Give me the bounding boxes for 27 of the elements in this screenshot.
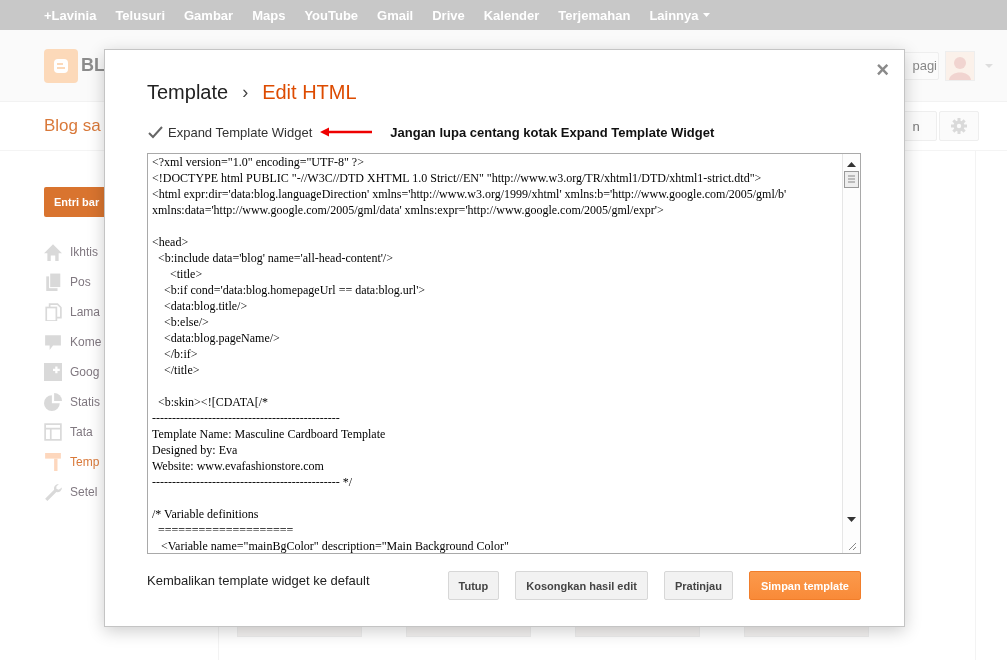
annotation-text: Jangan lupa centang kotak Expand Template Widget xyxy=(390,124,715,140)
code-line: <b:include data='blog' name='all-head-content'/> xyxy=(157,250,394,266)
code-line: Website: www.evafashionstore.com xyxy=(152,458,325,474)
code-line: ==================== xyxy=(157,522,295,538)
breadcrumb-separator: › xyxy=(242,81,249,103)
code-line: <html expr:dir='data:blog.languageDirection' xmlns='http://www.w3.org/1999/xhtml' xmlns:b='http://www.google.com/2005/gml/b' xyxy=(152,186,788,202)
blog-title: Blog sa xyxy=(44,116,101,136)
code-line: xmlns:data='http://www.google.com/2005/gml/data' xmlns:expr='http://www.google.com/2005/gml/expr'> xyxy=(152,202,665,218)
code-line: <b:if cond='data:blog.homepageUrl == data:blog.url'> xyxy=(163,282,427,298)
code-line: <Variable name="mainBgColor" description="Main Background Color" xyxy=(160,538,510,553)
code-line: <data:blog.title/> xyxy=(163,298,249,314)
code-line: ----------------------------------------------- */ xyxy=(152,474,354,490)
code-line: </title> xyxy=(163,362,201,378)
code-line: </b:if> xyxy=(163,346,199,362)
code-line: <data:blog.pageName/> xyxy=(163,330,281,346)
code-line: <title> xyxy=(169,266,204,282)
code-line: <!DOCTYPE html PUBLIC "-//W3C//DTD XHTML 1.0 Strict//EN" "http://www.w3.org/TR/xhtml1/DTD/xhtml1-strict.dtd"> xyxy=(152,170,763,186)
dialog-title: Edit HTML xyxy=(262,80,357,104)
code-line: Template Name: Masculine Cardboard Template xyxy=(152,426,387,442)
logo-text: BL xyxy=(81,55,105,76)
code-line: <b:else/> xyxy=(163,314,210,330)
code-line: <head> xyxy=(152,234,190,250)
code-line: ----------------------------------------------- xyxy=(152,410,341,426)
code-line: <b:skin><![CDATA[/* xyxy=(157,394,269,410)
code-line: Designed by: Eva xyxy=(152,442,239,458)
code-line: /* Variable definitions xyxy=(152,506,260,522)
code-line: <?xml version="1.0" encoding="UTF-8" ?> xyxy=(152,154,365,170)
